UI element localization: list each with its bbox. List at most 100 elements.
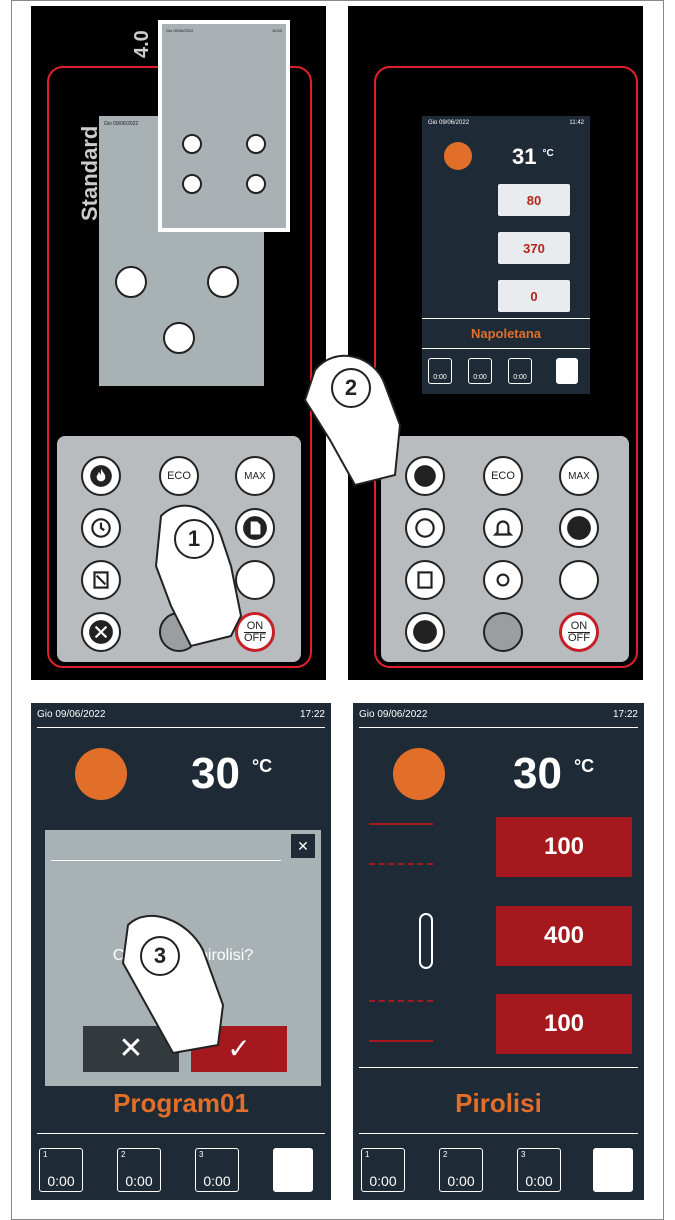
clock-button-2[interactable] (405, 508, 445, 548)
door-icon (417, 571, 433, 589)
s3-bottom-line (37, 1133, 325, 1134)
max-label: MAX (568, 470, 590, 482)
step-badge-3: 3 (140, 936, 180, 976)
timer-value: 0:00 (525, 1173, 553, 1189)
s3-timer-2[interactable]: 2 0:00 (117, 1148, 161, 1192)
mail-icon[interactable] (163, 322, 195, 354)
eco-button-2[interactable]: ECO (483, 456, 523, 496)
eco-button[interactable]: ECO (159, 456, 199, 496)
panel2-value-2[interactable]: 370 (498, 232, 570, 264)
calendar-icon[interactable] (115, 266, 147, 298)
door-icon (93, 571, 109, 589)
s4-timer-3[interactable]: 3 0:00 (517, 1148, 561, 1192)
door-button-2[interactable] (405, 560, 445, 600)
panel2-date: Gio 09/06/2022 (428, 120, 470, 126)
s3-temp: 30 °C (191, 749, 272, 799)
oven-mini-icon[interactable] (246, 174, 266, 194)
timer-value: 0:00 (203, 1173, 231, 1189)
timer-number: 1 (365, 1150, 370, 1159)
dialog-close-button[interactable]: ✕ (291, 834, 315, 858)
panel2-value-1[interactable]: 80 (498, 184, 570, 216)
max-button[interactable]: MAX (235, 456, 275, 496)
mail-mini-icon[interactable] (182, 174, 202, 194)
lamp-button[interactable] (81, 560, 121, 600)
mini-status: Gio 09/06/2022 16:53 (162, 24, 286, 37)
s4-time: 17:22 (612, 708, 638, 720)
hand-icon (121, 915, 225, 1055)
light-icon (496, 573, 510, 587)
s4-timer-1[interactable]: 1 0:00 (361, 1148, 405, 1192)
hand-pointer-1 (151, 496, 261, 648)
timer-number: 2 (443, 1150, 448, 1159)
panel-standard: 4.0 Standard Gio 09/06/2022 Gio 09/06/20… (31, 6, 326, 680)
doc-button-2[interactable] (559, 508, 599, 548)
panel2-timer-2[interactable]: 0:00 (468, 358, 492, 384)
s4-value-2[interactable]: 400 (496, 906, 632, 966)
flame-icon (90, 465, 112, 487)
panel2-divider (422, 318, 590, 319)
max-button-2[interactable]: MAX (559, 456, 599, 496)
panel2-program: Napoletana (470, 326, 542, 341)
timer-value: 0:00 (47, 1173, 75, 1189)
timer-number: 2 (121, 1150, 126, 1159)
onoff-button-2[interactable]: ON OFF (559, 612, 599, 652)
tools-icon (413, 620, 437, 644)
mini-time: 16:53 (271, 28, 282, 33)
hand-icon (303, 354, 402, 487)
grey-button-2[interactable] (483, 612, 523, 652)
s4-status: Gio 09/06/2022 17:22 (353, 703, 644, 725)
clock-button[interactable] (81, 508, 121, 548)
timer-value: 0:00 (433, 374, 447, 381)
step-badge-1: 1 (174, 519, 214, 559)
s4-temp: 30 °C (513, 749, 594, 799)
s3-temp-value: 30 (191, 749, 240, 798)
panel2-doc-button[interactable] (556, 358, 578, 384)
flame-icon (393, 748, 445, 800)
s4-doc-button[interactable] (593, 1148, 633, 1192)
s4-program: Pirolisi (455, 1088, 542, 1118)
timer-number: 3 (521, 1150, 526, 1159)
tools-icon (89, 620, 113, 644)
s3-timer-1[interactable]: 1 0:00 (39, 1148, 83, 1192)
s4-bottom-line (359, 1133, 638, 1134)
bell-icon (492, 520, 514, 536)
timer-value: 0:00 (447, 1173, 475, 1189)
timer-value: 0:00 (369, 1173, 397, 1189)
panel2-value-3[interactable]: 0 (498, 280, 570, 312)
s4-value-1[interactable]: 100 (496, 817, 632, 877)
blank-button-2[interactable] (559, 560, 599, 600)
panel2-screen: Gio 09/06/2022 11:42 31 °C 80 370 0 Napole… (422, 116, 590, 394)
s4-temp-value: 30 (513, 749, 562, 798)
s4-mid-line (359, 1067, 638, 1068)
s3-doc-button[interactable] (273, 1148, 313, 1192)
step-badge-2: 2 (331, 368, 371, 408)
s4-timer-2[interactable]: 2 0:00 (439, 1148, 483, 1192)
timer-value: 0:00 (513, 374, 527, 381)
hand-pointer-2 (300, 340, 420, 490)
thermometer-small-icon (419, 913, 433, 969)
s3-status: Gio 09/06/2022 17:22 (31, 703, 331, 725)
notes-icon[interactable] (207, 266, 239, 298)
panel2-unit: °C (542, 147, 554, 159)
s4-unit: °C (573, 756, 595, 777)
tools-button-2[interactable] (405, 612, 445, 652)
panel2-divider-2 (422, 348, 590, 349)
s4-top-line (359, 727, 638, 728)
panel2-status: Gio 09/06/2022 11:42 (422, 116, 590, 130)
bell-button[interactable] (483, 508, 523, 548)
screen-40: Gio 09/06/2022 16:53 (162, 24, 286, 228)
panel2-timer-3[interactable]: 0:00 (508, 358, 532, 384)
panel2-timer-1[interactable]: 0:00 (428, 358, 452, 384)
eco-label: ECO (167, 469, 191, 482)
notes-mini-icon[interactable] (246, 134, 266, 154)
calendar-mini-icon[interactable] (182, 134, 202, 154)
light-button[interactable] (483, 560, 523, 600)
tools-button[interactable] (81, 612, 121, 652)
flame-button[interactable] (81, 456, 121, 496)
s4-value-3[interactable]: 100 (496, 994, 632, 1054)
document-icon (567, 516, 591, 540)
panel2-temp-value: 31 (512, 144, 537, 169)
screen-40-frame: Gio 09/06/2022 16:53 (158, 20, 290, 232)
timer-number: 3 (199, 1150, 204, 1159)
s3-timer-3[interactable]: 3 0:00 (195, 1148, 239, 1192)
